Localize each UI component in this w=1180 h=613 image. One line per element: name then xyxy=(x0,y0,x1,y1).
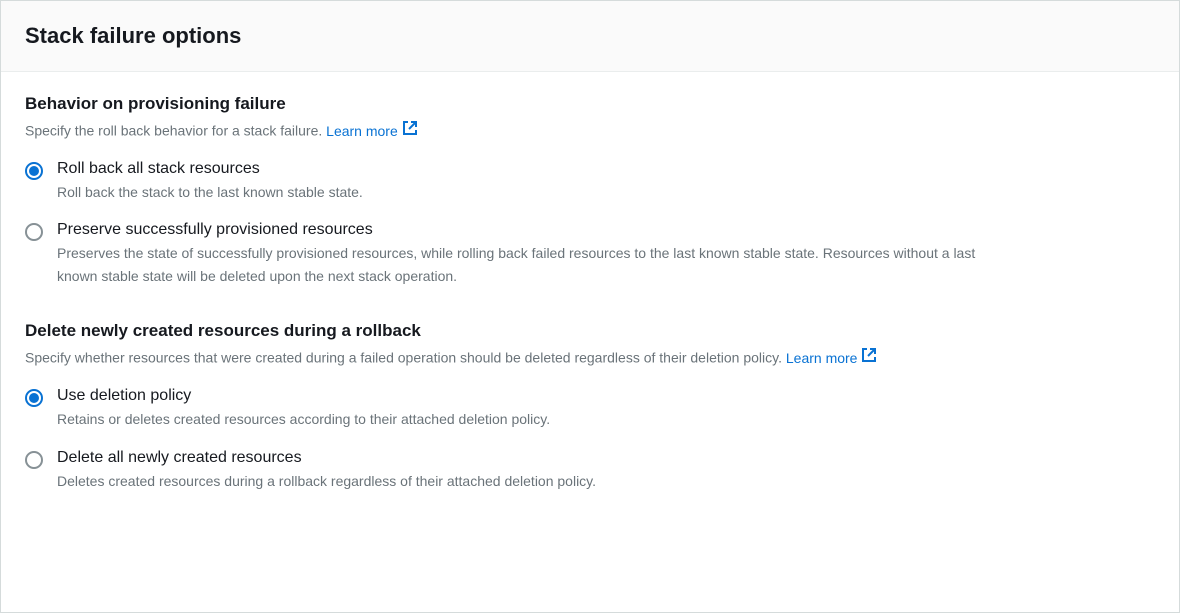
section-desc-text: Specify the roll back behavior for a sta… xyxy=(25,123,326,139)
radio-button-icon xyxy=(25,162,43,180)
radio-content: Preserve successfully provisioned resour… xyxy=(57,221,1155,287)
radio-label: Use deletion policy xyxy=(57,387,1155,405)
section-title: Behavior on provisioning failure xyxy=(25,94,1155,114)
radio-delete-all[interactable]: Delete all newly created resources Delet… xyxy=(25,449,1155,492)
panel-body: Behavior on provisioning failure Specify… xyxy=(1,72,1179,532)
radio-desc: Preserves the state of successfully prov… xyxy=(57,242,1017,287)
section-provisioning-failure: Behavior on provisioning failure Specify… xyxy=(25,94,1155,287)
radio-rollback-all[interactable]: Roll back all stack resources Roll back … xyxy=(25,160,1155,203)
radio-desc: Roll back the stack to the last known st… xyxy=(57,181,1017,203)
stack-failure-panel: Stack failure options Behavior on provis… xyxy=(0,0,1180,613)
section-title: Delete newly created resources during a … xyxy=(25,321,1155,341)
external-link-icon xyxy=(402,120,418,142)
section-desc: Specify the roll back behavior for a sta… xyxy=(25,120,1155,142)
panel-header: Stack failure options xyxy=(1,1,1179,72)
radio-group-provisioning: Roll back all stack resources Roll back … xyxy=(25,160,1155,287)
radio-button-icon xyxy=(25,223,43,241)
radio-content: Use deletion policy Retains or deletes c… xyxy=(57,387,1155,430)
radio-label: Delete all newly created resources xyxy=(57,449,1155,467)
panel-title: Stack failure options xyxy=(25,23,1155,49)
radio-label: Roll back all stack resources xyxy=(57,160,1155,178)
radio-desc: Retains or deletes created resources acc… xyxy=(57,408,1017,430)
radio-group-delete: Use deletion policy Retains or deletes c… xyxy=(25,387,1155,492)
radio-content: Roll back all stack resources Roll back … xyxy=(57,160,1155,203)
section-delete-resources: Delete newly created resources during a … xyxy=(25,321,1155,492)
radio-content: Delete all newly created resources Delet… xyxy=(57,449,1155,492)
learn-more-link[interactable]: Learn more xyxy=(786,347,878,369)
section-desc: Specify whether resources that were crea… xyxy=(25,347,1155,369)
radio-desc: Deletes created resources during a rollb… xyxy=(57,470,1017,492)
radio-preserve[interactable]: Preserve successfully provisioned resour… xyxy=(25,221,1155,287)
radio-button-icon xyxy=(25,389,43,407)
learn-more-text: Learn more xyxy=(786,348,858,369)
radio-use-deletion-policy[interactable]: Use deletion policy Retains or deletes c… xyxy=(25,387,1155,430)
learn-more-link[interactable]: Learn more xyxy=(326,120,418,142)
learn-more-text: Learn more xyxy=(326,121,398,142)
radio-button-icon xyxy=(25,451,43,469)
section-desc-text: Specify whether resources that were crea… xyxy=(25,350,786,366)
radio-label: Preserve successfully provisioned resour… xyxy=(57,221,1155,239)
external-link-icon xyxy=(861,347,877,369)
